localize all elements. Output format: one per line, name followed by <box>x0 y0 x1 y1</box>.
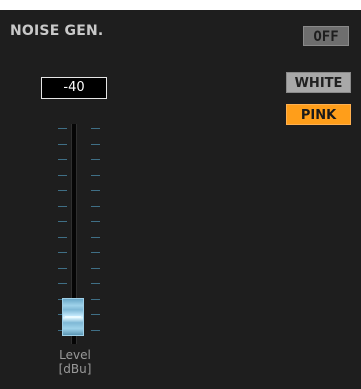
scale-tick-right <box>91 252 100 253</box>
scale-tick-right <box>91 144 100 145</box>
scale-tick-right <box>91 237 100 238</box>
scale-tick-right <box>91 175 100 176</box>
fader-grip-line <box>65 316 81 318</box>
off-button[interactable]: OFF <box>303 26 349 46</box>
scale-tick-left <box>58 175 67 176</box>
white-noise-button[interactable]: WHITE <box>286 72 351 93</box>
pink-noise-button[interactable]: PINK <box>286 104 351 125</box>
scale-tick-right <box>91 206 100 207</box>
scale-tick-right <box>91 221 100 222</box>
scale-tick-right <box>91 330 100 331</box>
level-label-name: Level <box>59 348 91 362</box>
scale-tick-left <box>58 144 67 145</box>
scale-tick-left <box>58 252 67 253</box>
scale-tick-right <box>91 128 100 129</box>
scale-tick-right <box>91 190 100 191</box>
scale-tick-left <box>58 268 67 269</box>
scale-tick-left <box>58 206 67 207</box>
scale-tick-right <box>91 159 100 160</box>
scale-tick-right <box>91 283 100 284</box>
module-title: NOISE GEN. <box>10 23 104 39</box>
level-label: Level [dBu] <box>40 348 110 376</box>
level-value-display[interactable]: -40 <box>41 77 107 99</box>
scale-tick-left <box>58 237 67 238</box>
scale-tick-right <box>91 314 100 315</box>
scale-tick-left <box>58 190 67 191</box>
level-label-unit: [dBu] <box>58 362 92 376</box>
scale-tick-left <box>58 283 67 284</box>
scale-tick-left <box>58 128 67 129</box>
scale-tick-left <box>58 159 67 160</box>
scale-tick-right <box>91 268 100 269</box>
scale-tick-left <box>58 221 67 222</box>
noise-generator-panel: NOISE GEN. OFF WHITE PINK -40 Level [dBu… <box>0 10 361 389</box>
fader-handle[interactable] <box>62 298 84 336</box>
scale-tick-right <box>91 299 100 300</box>
